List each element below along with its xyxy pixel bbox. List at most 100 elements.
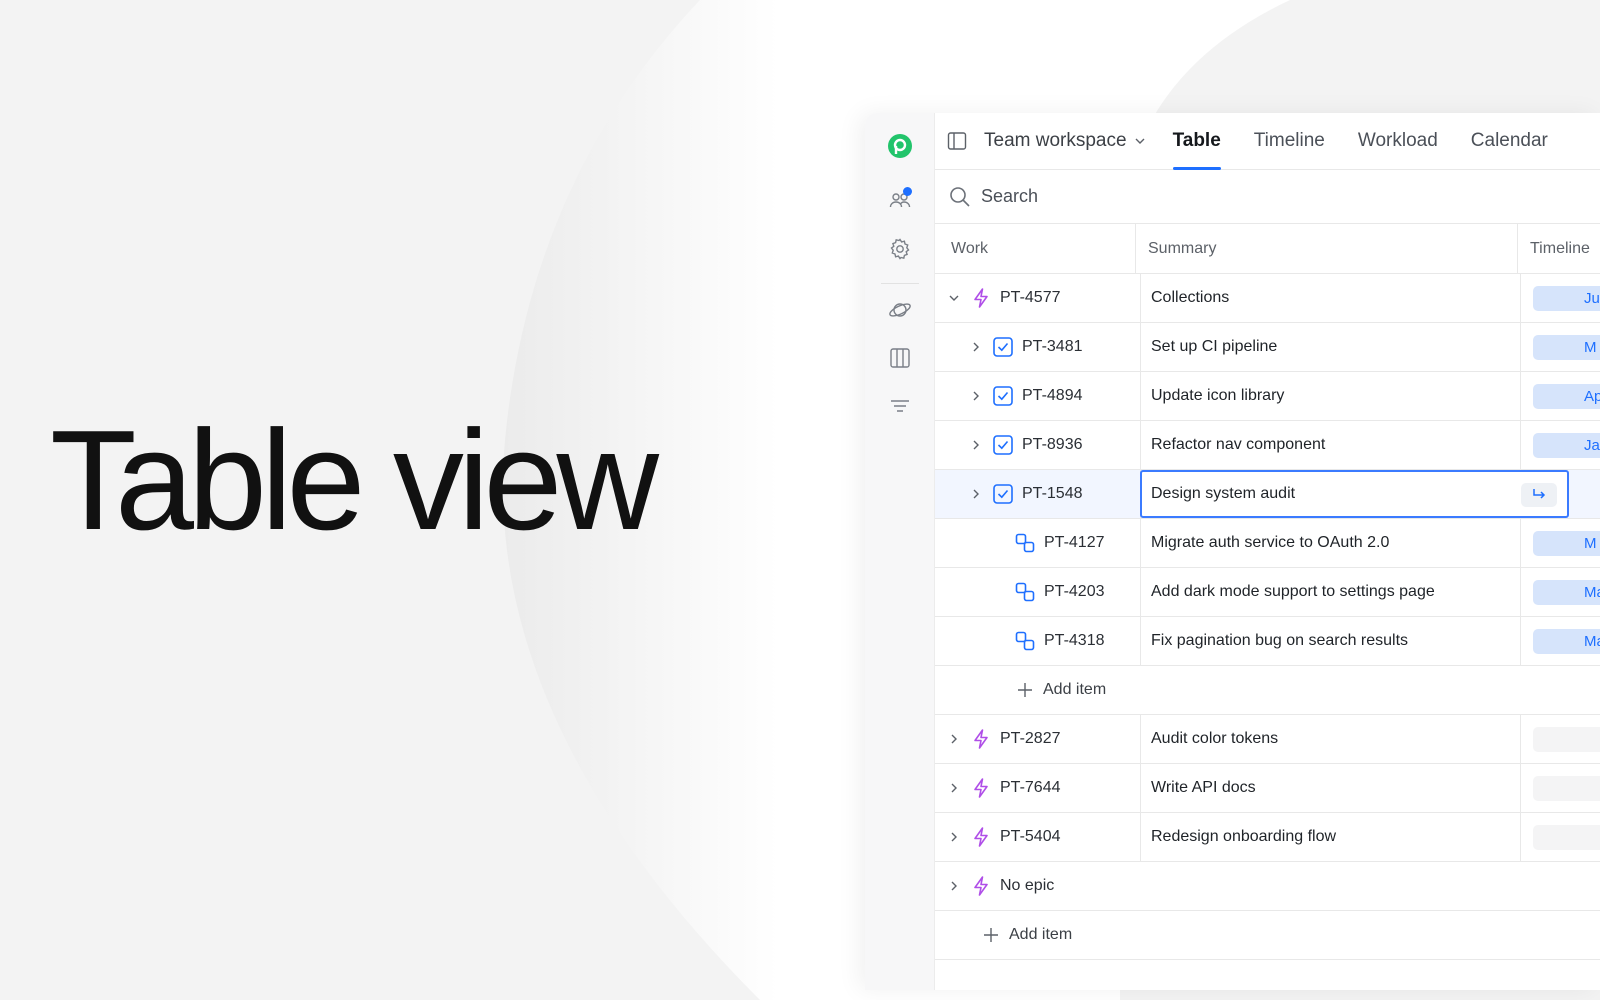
- issue-key[interactable]: PT-5404: [1000, 828, 1060, 846]
- table-row[interactable]: PT-4127 Migrate auth service to OAuth 2.0…: [935, 519, 1600, 568]
- table-row[interactable]: PT-8936 Refactor nav component Ja: [935, 421, 1600, 470]
- column-header-timeline[interactable]: Timeline: [1530, 224, 1590, 274]
- timeline-pill[interactable]: M: [1533, 531, 1600, 556]
- table-row[interactable]: PT-1548 Design system audit: [935, 470, 1600, 519]
- chevron-right-icon[interactable]: [969, 340, 983, 354]
- chevron-right-icon[interactable]: [947, 879, 961, 893]
- column-divider: [1140, 274, 1141, 322]
- work-cell: Add item: [1017, 666, 1106, 714]
- chevron-right-icon[interactable]: [947, 732, 961, 746]
- issue-key[interactable]: PT-4894: [1022, 387, 1082, 405]
- tab-workload[interactable]: Workload: [1358, 113, 1438, 170]
- summary-edit-field[interactable]: Design system audit: [1140, 470, 1569, 518]
- timeline-pill[interactable]: M: [1533, 335, 1600, 360]
- work-cell: PT-4577: [947, 274, 1060, 322]
- logo-icon[interactable]: [884, 130, 916, 162]
- column-divider: [1135, 224, 1136, 273]
- workspace-selector[interactable]: Team workspace: [984, 130, 1147, 152]
- add-item-button[interactable]: Add item: [1043, 681, 1106, 699]
- issue-key[interactable]: PT-4318: [1044, 632, 1104, 650]
- task-icon: [992, 336, 1014, 358]
- summary-cell[interactable]: Collections: [1151, 274, 1229, 322]
- summary-cell[interactable]: Refactor nav component: [1151, 421, 1325, 469]
- timeline-pill[interactable]: [1533, 825, 1600, 850]
- summary-cell[interactable]: Migrate auth service to OAuth 2.0: [1151, 519, 1389, 567]
- top-bar: Team workspace Table Timeline Workload C…: [935, 113, 1600, 170]
- issue-key[interactable]: No epic: [1000, 877, 1054, 895]
- epic-icon: [970, 287, 992, 309]
- chevron-right-icon[interactable]: [969, 438, 983, 452]
- summary-cell[interactable]: Update icon library: [1151, 372, 1284, 420]
- issue-key[interactable]: PT-2827: [1000, 730, 1060, 748]
- table-row[interactable]: PT-2827 Audit color tokens: [935, 715, 1600, 764]
- add-item-row[interactable]: Add item: [935, 666, 1600, 715]
- work-cell: PT-2827: [947, 715, 1060, 763]
- tab-calendar[interactable]: Calendar: [1471, 113, 1548, 170]
- summary-cell[interactable]: Set up CI pipeline: [1151, 323, 1277, 371]
- issue-key[interactable]: PT-7644: [1000, 779, 1060, 797]
- column-divider: [1140, 764, 1141, 812]
- tab-timeline[interactable]: Timeline: [1254, 113, 1325, 170]
- column-header-summary[interactable]: Summary: [1148, 224, 1216, 274]
- issue-key[interactable]: PT-1548: [1022, 485, 1082, 503]
- column-divider: [1520, 421, 1521, 469]
- chevron-down-icon[interactable]: [947, 291, 961, 305]
- workspace-name: Team workspace: [984, 130, 1127, 151]
- chevron-right-icon[interactable]: [969, 487, 983, 501]
- issue-key[interactable]: PT-4577: [1000, 289, 1060, 307]
- timeline-pill[interactable]: Ja: [1533, 433, 1600, 458]
- table-row[interactable]: PT-5404 Redesign onboarding flow: [935, 813, 1600, 862]
- chevron-right-icon[interactable]: [947, 830, 961, 844]
- table-row[interactable]: PT-3481 Set up CI pipeline M: [935, 323, 1600, 372]
- timeline-pill[interactable]: Ma: [1533, 629, 1600, 654]
- issue-key[interactable]: PT-3481: [1022, 338, 1082, 356]
- column-header-work[interactable]: Work: [951, 224, 988, 274]
- table-row[interactable]: PT-7644 Write API docs: [935, 764, 1600, 813]
- issue-key[interactable]: PT-4127: [1044, 534, 1104, 552]
- sidebar-toggle-icon[interactable]: [947, 131, 967, 151]
- summary-cell[interactable]: Redesign onboarding flow: [1151, 813, 1336, 861]
- column-divider: [1140, 715, 1141, 763]
- work-cell: PT-4127: [991, 519, 1104, 567]
- table-row[interactable]: No epic: [935, 862, 1600, 911]
- column-divider: [1517, 224, 1518, 273]
- planet-icon[interactable]: [884, 294, 916, 326]
- enter-icon[interactable]: [1521, 483, 1557, 507]
- add-item-button[interactable]: Add item: [1009, 926, 1072, 944]
- work-cell: PT-7644: [947, 764, 1060, 812]
- work-cell: PT-8936: [969, 421, 1082, 469]
- table-row[interactable]: PT-4318 Fix pagination bug on search resu…: [935, 617, 1600, 666]
- timeline-pill[interactable]: [1533, 727, 1600, 752]
- summary-cell[interactable]: Add dark mode support to settings page: [1151, 568, 1435, 616]
- epic-icon: [970, 777, 992, 799]
- work-cell: PT-4318: [991, 617, 1104, 665]
- column-divider: [1140, 372, 1141, 420]
- timeline-pill[interactable]: Ma: [1533, 580, 1600, 605]
- timeline-pill[interactable]: [1533, 776, 1600, 801]
- column-divider: [1520, 372, 1521, 420]
- chevron-right-icon[interactable]: [947, 781, 961, 795]
- chevron-right-icon[interactable]: [969, 389, 983, 403]
- issue-key[interactable]: PT-4203: [1044, 583, 1104, 601]
- columns-icon[interactable]: [884, 342, 916, 374]
- gear-icon[interactable]: [884, 233, 916, 265]
- search-input[interactable]: [981, 186, 1381, 207]
- summary-cell[interactable]: Audit color tokens: [1151, 715, 1278, 763]
- summary-cell[interactable]: Write API docs: [1151, 764, 1256, 812]
- issue-key[interactable]: PT-8936: [1022, 436, 1082, 454]
- column-divider: [1520, 323, 1521, 371]
- timeline-pill[interactable]: Ap: [1533, 384, 1600, 409]
- add-item-row[interactable]: Add item: [935, 911, 1600, 960]
- timeline-pill[interactable]: Ju: [1533, 286, 1600, 311]
- table-row[interactable]: PT-4894 Update icon library Ap: [935, 372, 1600, 421]
- filter-icon[interactable]: [884, 390, 916, 422]
- people-icon[interactable]: [884, 184, 916, 216]
- table-row[interactable]: PT-4577 Collections Ju: [935, 274, 1600, 323]
- tab-table[interactable]: Table: [1172, 113, 1222, 170]
- summary-cell[interactable]: Fix pagination bug on search results: [1151, 617, 1408, 665]
- main-panel: Team workspace Table Timeline Workload C…: [935, 113, 1600, 990]
- table-row[interactable]: PT-4203 Add dark mode support to settings…: [935, 568, 1600, 617]
